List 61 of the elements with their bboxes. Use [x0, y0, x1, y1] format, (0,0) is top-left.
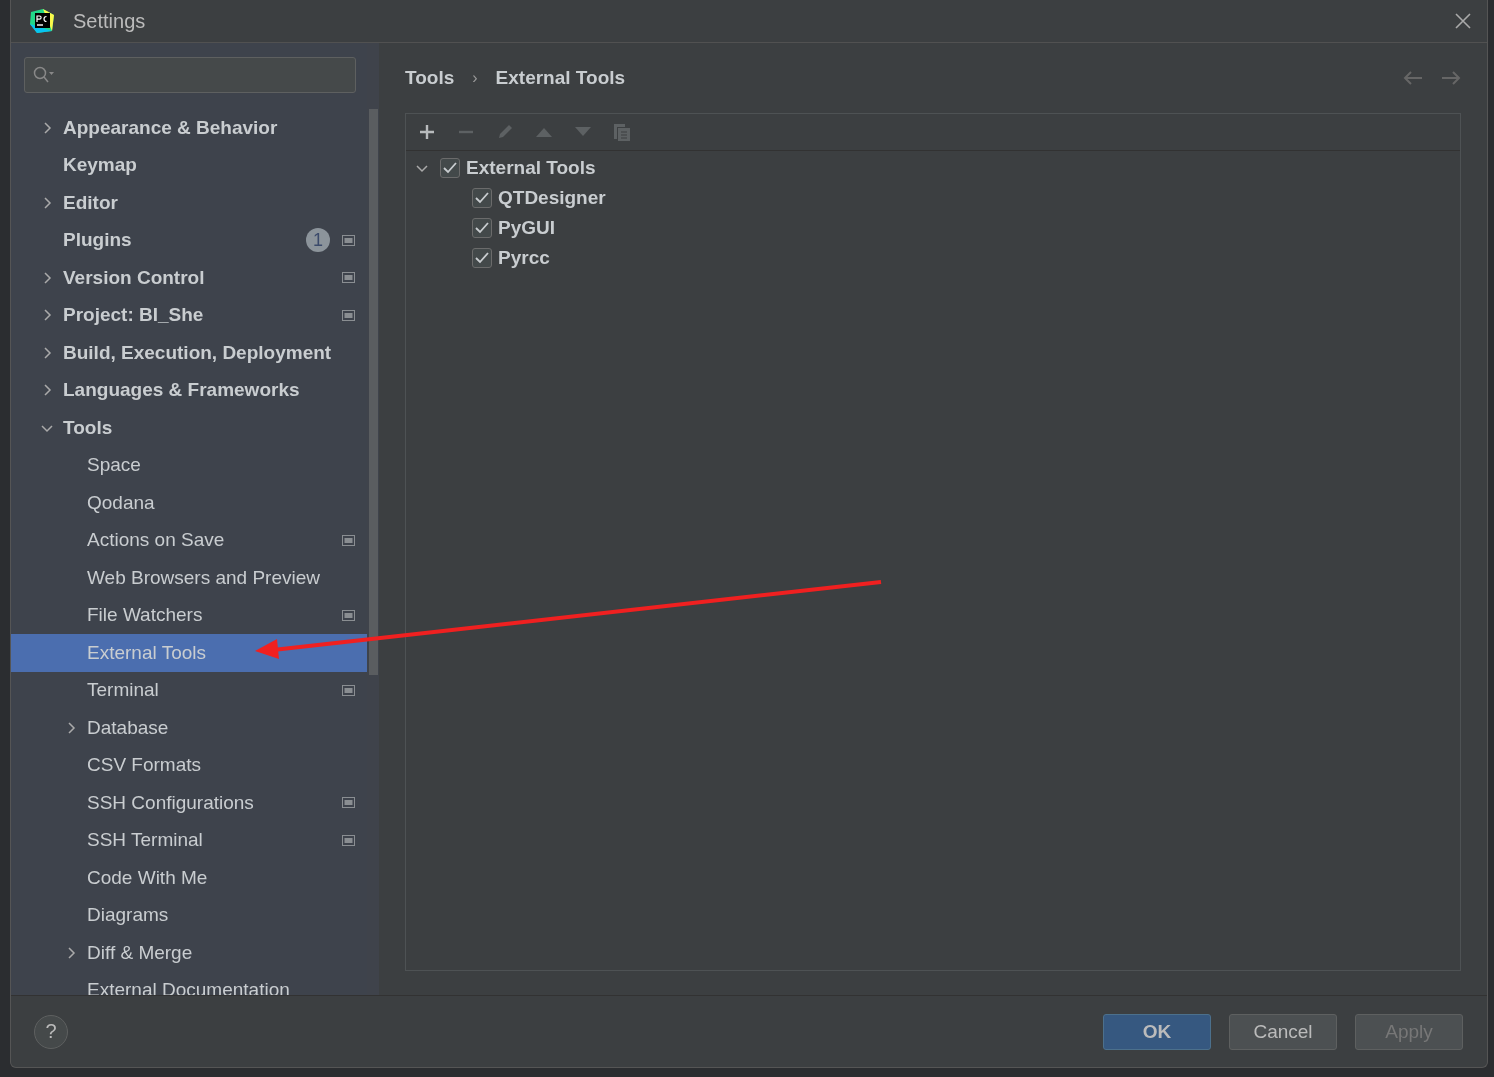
- chevron-right-icon[interactable]: [65, 721, 77, 734]
- chevron-right-icon[interactable]: [41, 346, 53, 359]
- search-field[interactable]: [24, 57, 356, 93]
- tool-name[interactable]: External Tools: [466, 157, 596, 179]
- help-button[interactable]: ?: [34, 1014, 68, 1049]
- sidebar-item[interactable]: Languages & Frameworks: [11, 371, 367, 409]
- chevron-down-icon[interactable]: [416, 162, 428, 174]
- project-level-icon: [342, 834, 355, 846]
- sidebar-item[interactable]: Terminal: [11, 671, 367, 709]
- checkbox[interactable]: [472, 188, 492, 208]
- ok-button[interactable]: OK: [1103, 1013, 1211, 1050]
- sidebar-item[interactable]: Plugins 1: [11, 221, 367, 259]
- breadcrumb-item[interactable]: External Tools: [495, 67, 626, 89]
- sidebar-item[interactable]: Build, Execution, Deployment: [11, 334, 367, 372]
- sidebar-item[interactable]: Web Browsers and Preview: [11, 559, 367, 597]
- sidebar-item[interactable]: Editor: [11, 184, 367, 222]
- chevron-right-icon[interactable]: [41, 309, 53, 322]
- sidebar-item[interactable]: Code With Me: [11, 859, 367, 897]
- sidebar-item[interactable]: File Watchers: [11, 596, 367, 634]
- sidebar-item[interactable]: SSH Configurations: [11, 784, 367, 822]
- window-title: Settings: [73, 9, 147, 33]
- close-icon[interactable]: [1455, 13, 1471, 29]
- tool-name[interactable]: Pyrcc: [498, 247, 550, 269]
- sidebar-item[interactable]: CSV Formats: [11, 746, 367, 784]
- project-level-icon: [342, 309, 355, 321]
- tool-name[interactable]: PyGUI: [498, 217, 556, 239]
- update-count-badge: 1: [306, 228, 330, 253]
- sidebar-item[interactable]: Diagrams: [11, 896, 367, 934]
- dialog-button[interactable]: Cancel: [1229, 1013, 1337, 1050]
- sidebar-item[interactable]: Appearance & Behavior: [11, 109, 367, 147]
- checkbox[interactable]: [472, 248, 492, 268]
- checkbox[interactable]: [472, 218, 492, 238]
- project-level-icon: [342, 272, 355, 284]
- sidebar-item[interactable]: Project: BI_She: [11, 296, 367, 334]
- sidebar-item[interactable]: Tools: [11, 409, 367, 447]
- sidebar-item[interactable]: Keymap: [11, 146, 367, 184]
- sidebar-item[interactable]: Space: [11, 446, 367, 484]
- project-level-icon: [342, 609, 355, 621]
- breadcrumb-separator: ›: [472, 69, 478, 87]
- app-logo-icon: [29, 8, 55, 34]
- project-level-icon: [342, 797, 355, 809]
- project-level-icon: [342, 234, 355, 246]
- sidebar-item[interactable]: Qodana: [11, 484, 367, 522]
- checkbox[interactable]: [440, 158, 460, 178]
- sidebar-item[interactable]: SSH Terminal: [11, 821, 367, 859]
- sidebar-item[interactable]: External Tools: [11, 634, 367, 672]
- sidebar-item[interactable]: Actions on Save: [11, 521, 367, 559]
- chevron-right-icon[interactable]: [41, 196, 53, 209]
- breadcrumb-item[interactable]: Tools: [405, 67, 455, 89]
- add-icon[interactable]: [418, 124, 435, 140]
- chevron-right-icon[interactable]: [65, 946, 77, 959]
- sidebar-item[interactable]: Database: [11, 709, 367, 747]
- chevron-right-icon[interactable]: [41, 121, 53, 134]
- search-icon: [33, 66, 55, 84]
- chevron-right-icon[interactable]: [41, 271, 53, 284]
- sidebar-item[interactable]: Version Control: [11, 259, 367, 297]
- project-level-icon: [342, 534, 355, 546]
- tool-name[interactable]: QTDesigner: [498, 187, 606, 209]
- sidebar-item[interactable]: Diff & Merge: [11, 934, 367, 972]
- project-level-icon: [342, 684, 355, 696]
- chevron-right-icon[interactable]: [41, 384, 53, 397]
